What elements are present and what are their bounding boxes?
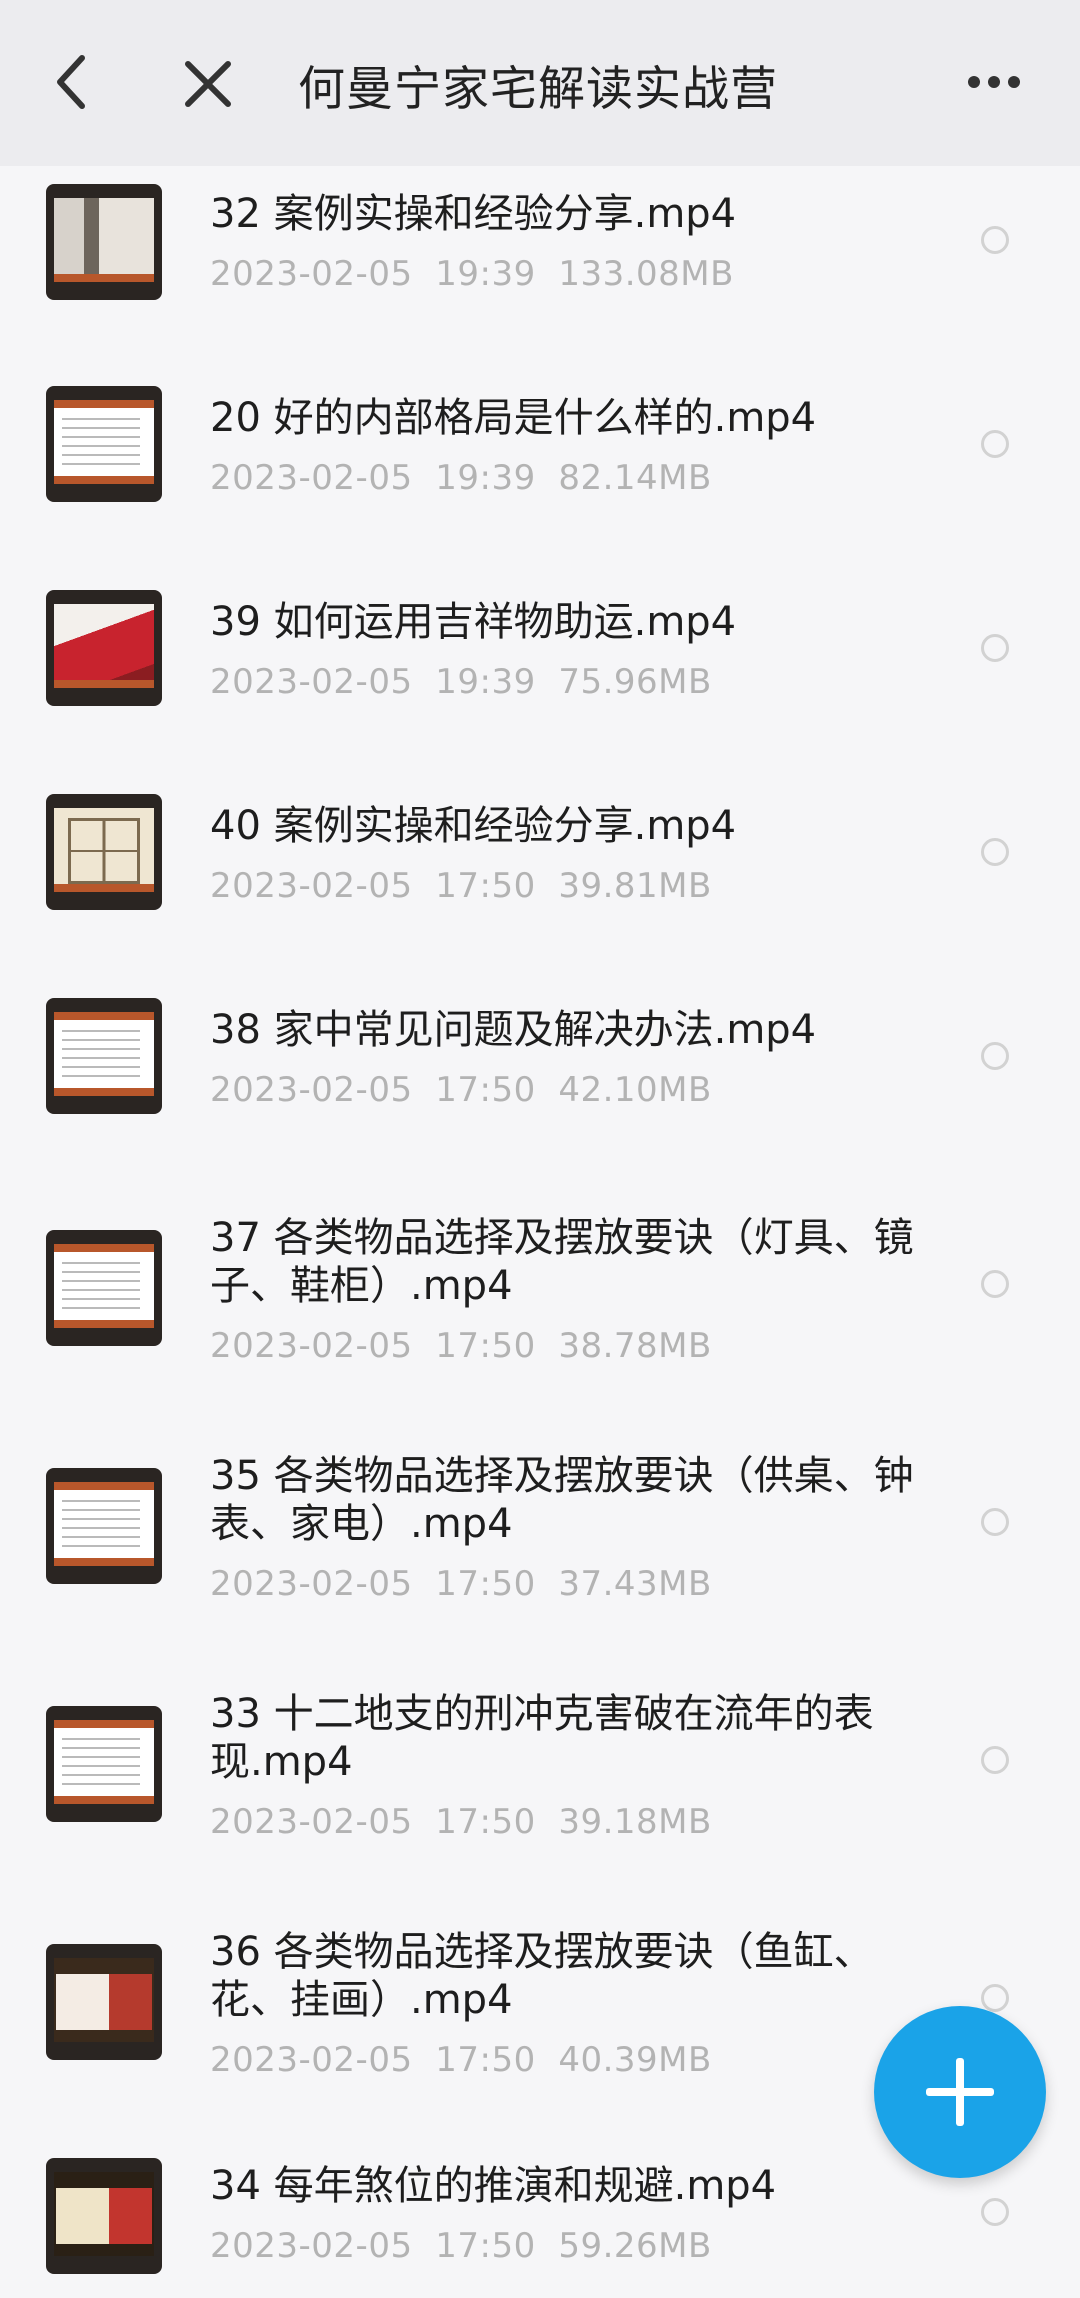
file-time: 17:50	[435, 1070, 536, 1110]
select-radio[interactable]	[981, 430, 1009, 458]
video-thumbnail	[46, 794, 162, 910]
file-time: 17:50	[435, 1564, 536, 1604]
file-meta: 2023-02-05 17:50 38.78MB	[210, 1326, 712, 1366]
file-meta: 2023-02-05 17:50 39.81MB	[210, 866, 712, 906]
file-meta: 2023-02-05 17:50 39.18MB	[210, 1802, 712, 1842]
select-radio[interactable]	[981, 1984, 1009, 2012]
video-thumbnail	[46, 1944, 162, 2060]
file-row[interactable]: 40 案例实操和经验分享.mp4 2023-02-05 17:50 39.81M…	[0, 778, 1080, 982]
video-thumbnail	[46, 1230, 162, 1346]
select-radio[interactable]	[981, 226, 1009, 254]
file-row[interactable]: 33 十二地支的刑冲克害破在流年的表现.mp4 2023-02-05 17:50…	[0, 1662, 1080, 1900]
page-title: 何曼宁家宅解读实战营	[298, 62, 778, 117]
file-meta: 2023-02-05 19:39 75.96MB	[210, 662, 712, 702]
file-time: 17:50	[435, 866, 536, 906]
file-date: 2023-02-05	[210, 1802, 413, 1842]
select-radio[interactable]	[981, 1508, 1009, 1536]
video-thumbnail	[46, 998, 162, 1114]
file-row[interactable]: 38 家中常见问题及解决办法.mp4 2023-02-05 17:50 42.1…	[0, 982, 1080, 1186]
file-size: 59.26MB	[558, 2226, 712, 2266]
file-time: 17:50	[435, 2226, 536, 2266]
select-radio[interactable]	[981, 838, 1009, 866]
file-date: 2023-02-05	[210, 1564, 413, 1604]
chevron-left-icon[interactable]	[52, 52, 92, 112]
file-row[interactable]: 32 案例实操和经验分享.mp4 2023-02-05 19:39 133.08…	[0, 166, 1080, 370]
file-size: 39.18MB	[558, 1802, 712, 1842]
file-name: 36 各类物品选择及摆放要诀（鱼缸、花、挂画）.mp4	[210, 1929, 874, 2023]
file-size: 38.78MB	[558, 1326, 712, 1366]
file-date: 2023-02-05	[210, 866, 413, 906]
file-row[interactable]: 20 好的内部格局是什么样的.mp4 2023-02-05 19:39 82.1…	[0, 370, 1080, 574]
file-name: 37 各类物品选择及摆放要诀（灯具、镜子、鞋柜）.mp4	[210, 1215, 914, 1309]
video-thumbnail	[46, 1706, 162, 1822]
file-meta: 2023-02-05 17:50 59.26MB	[210, 2226, 712, 2266]
file-time: 17:50	[435, 1802, 536, 1842]
file-meta: 2023-02-05 17:50 42.10MB	[210, 1070, 712, 1110]
select-radio[interactable]	[981, 634, 1009, 662]
select-radio[interactable]	[981, 2198, 1009, 2226]
file-date: 2023-02-05	[210, 2226, 413, 2266]
file-size: 37.43MB	[558, 1564, 712, 1604]
file-size: 75.96MB	[558, 662, 712, 702]
file-row[interactable]: 39 如何运用吉祥物助运.mp4 2023-02-05 19:39 75.96M…	[0, 574, 1080, 778]
file-time: 17:50	[435, 2040, 536, 2080]
file-meta: 2023-02-05 19:39 82.14MB	[210, 458, 712, 498]
select-radio[interactable]	[981, 1746, 1009, 1774]
file-date: 2023-02-05	[210, 1326, 413, 1366]
file-date: 2023-02-05	[210, 662, 413, 702]
file-name: 35 各类物品选择及摆放要诀（供桌、钟表、家电）.mp4	[210, 1453, 914, 1547]
file-time: 19:39	[435, 662, 536, 702]
file-name: 20 好的内部格局是什么样的.mp4	[210, 395, 817, 441]
file-name: 39 如何运用吉祥物助运.mp4	[210, 599, 737, 645]
video-thumbnail	[46, 590, 162, 706]
file-date: 2023-02-05	[210, 2040, 413, 2080]
file-meta: 2023-02-05 17:50 40.39MB	[210, 2040, 712, 2080]
file-name: 33 十二地支的刑冲克害破在流年的表现.mp4	[210, 1691, 874, 1785]
app-header: 何曼宁家宅解读实战营	[0, 0, 1080, 166]
file-date: 2023-02-05	[210, 254, 413, 294]
file-time: 17:50	[435, 1326, 536, 1366]
file-time: 19:39	[435, 254, 536, 294]
file-row[interactable]: 35 各类物品选择及摆放要诀（供桌、钟表、家电）.mp4 2023-02-05 …	[0, 1424, 1080, 1662]
file-name: 32 案例实操和经验分享.mp4	[210, 191, 737, 237]
file-size: 39.81MB	[558, 866, 712, 906]
file-size: 82.14MB	[558, 458, 712, 498]
file-row[interactable]: 37 各类物品选择及摆放要诀（灯具、镜子、鞋柜）.mp4 2023-02-05 …	[0, 1186, 1080, 1424]
select-radio[interactable]	[981, 1270, 1009, 1298]
file-time: 19:39	[435, 458, 536, 498]
video-thumbnail	[46, 1468, 162, 1584]
select-radio[interactable]	[981, 1042, 1009, 1070]
video-thumbnail	[46, 184, 162, 300]
file-name: 40 案例实操和经验分享.mp4	[210, 803, 737, 849]
more-horizontal-icon[interactable]	[966, 64, 1022, 100]
file-date: 2023-02-05	[210, 458, 413, 498]
add-button[interactable]	[874, 2006, 1046, 2178]
file-meta: 2023-02-05 17:50 37.43MB	[210, 1564, 712, 1604]
file-name: 38 家中常见问题及解决办法.mp4	[210, 1007, 817, 1053]
file-size: 40.39MB	[558, 2040, 712, 2080]
close-icon[interactable]	[182, 58, 234, 110]
file-size: 42.10MB	[558, 1070, 712, 1110]
file-meta: 2023-02-05 19:39 133.08MB	[210, 254, 734, 294]
file-date: 2023-02-05	[210, 1070, 413, 1110]
file-name: 34 每年煞位的推演和规避.mp4	[210, 2163, 777, 2209]
video-thumbnail	[46, 2158, 162, 2274]
video-thumbnail	[46, 386, 162, 502]
file-size: 133.08MB	[558, 254, 734, 294]
